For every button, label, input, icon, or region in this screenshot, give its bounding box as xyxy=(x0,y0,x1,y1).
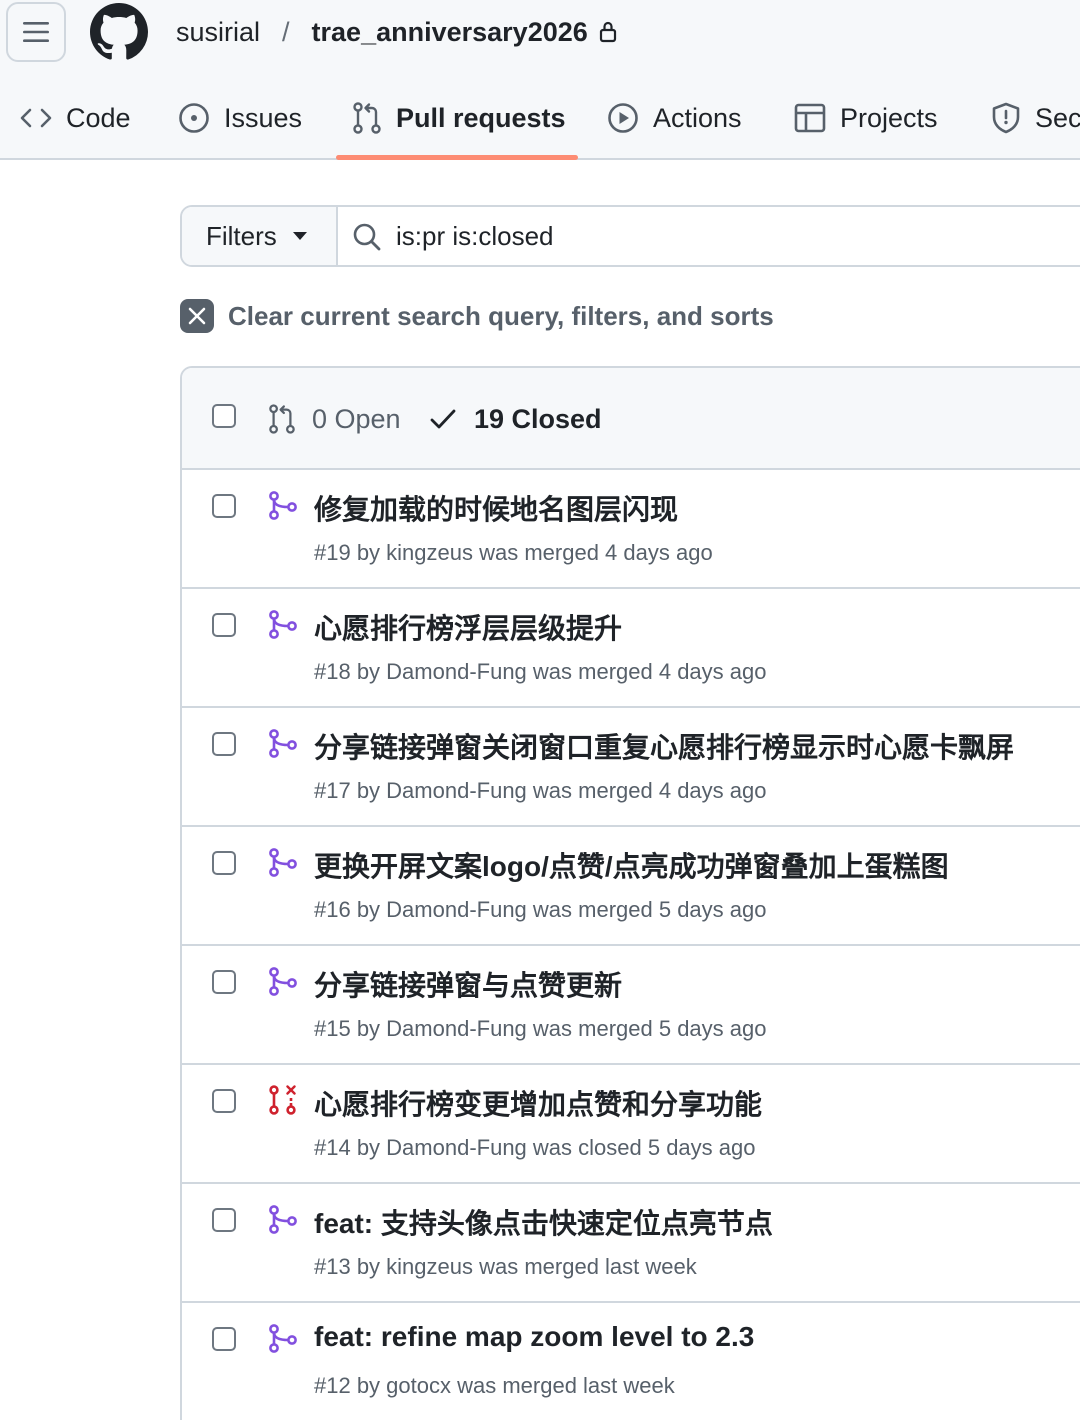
breadcrumb: susirial / trae_anniversary2026 xyxy=(176,12,618,52)
git-merge-icon xyxy=(269,491,297,520)
pull-request-meta: #18 by Damond-Fung was merged 4 days ago xyxy=(314,659,767,684)
git-pull-request-icon xyxy=(269,404,295,434)
pull-request-title[interactable]: 心愿排行榜变更增加点赞和分享功能 xyxy=(314,1083,762,1123)
pull-request-title[interactable]: 更换开屏文案logo/点赞/点亮成功弹窗叠加上蛋糕图 xyxy=(314,845,949,885)
git-pull-request-closed-icon xyxy=(269,1085,296,1115)
clear-filters-link[interactable]: Clear current search query, filters, and… xyxy=(180,296,774,336)
tab-pull-requests-label: Pull requests xyxy=(396,102,566,133)
pull-request-meta: #16 by Damond-Fung was merged 5 days ago xyxy=(314,897,767,922)
table-icon xyxy=(794,103,826,133)
pull-request-title[interactable]: feat: refine map zoom level to 2.3 xyxy=(314,1321,754,1353)
pull-request-title[interactable]: 分享链接弹窗与点赞更新 xyxy=(314,964,622,1004)
tab-actions-label: Actions xyxy=(653,102,742,133)
shield-icon xyxy=(992,102,1020,134)
pull-request-title[interactable]: feat: 支持头像点击快速定位点亮节点 xyxy=(314,1202,773,1242)
repo-name-link[interactable]: trae_anniversary2026 xyxy=(312,17,588,48)
pull-request-title[interactable]: 心愿排行榜浮层层级提升 xyxy=(314,607,622,647)
caret-down-icon xyxy=(292,232,307,240)
git-merge-icon xyxy=(269,967,297,996)
row-checkbox[interactable] xyxy=(212,1089,236,1113)
tab-projects[interactable]: Projects xyxy=(794,76,938,160)
row-checkbox[interactable] xyxy=(212,732,236,756)
pull-request-row[interactable]: 心愿排行榜浮层层级提升 #18 by Damond-Fung was merge… xyxy=(182,589,1080,708)
tab-issues[interactable]: Issues xyxy=(178,76,302,160)
list-header: 0 Open 19 Closed xyxy=(182,368,1080,470)
pull-request-row[interactable]: feat: 支持头像点击快速定位点亮节点 #13 by kingzeus was… xyxy=(182,1184,1080,1303)
pull-request-row[interactable]: 心愿排行榜变更增加点赞和分享功能 #14 by Damond-Fung was … xyxy=(182,1065,1080,1184)
tab-pull-requests[interactable]: Pull requests xyxy=(352,76,566,160)
search-input[interactable] xyxy=(396,213,1076,259)
pull-request-meta: #14 by Damond-Fung was closed 5 days ago xyxy=(314,1135,756,1160)
filters-dropdown-button[interactable]: Filters xyxy=(182,207,338,265)
closed-count-label: 19 Closed xyxy=(474,403,602,434)
tab-projects-label: Projects xyxy=(840,102,938,133)
closed-filter-link[interactable]: 19 Closed xyxy=(430,402,602,436)
git-merge-icon xyxy=(269,848,297,877)
breadcrumb-separator: / xyxy=(282,16,290,47)
git-pull-request-icon xyxy=(353,102,381,134)
close-icon xyxy=(180,299,214,333)
tab-code-label: Code xyxy=(66,102,131,133)
git-merge-icon xyxy=(269,729,297,758)
lock-icon xyxy=(598,20,618,44)
open-filter-link[interactable]: 0 Open xyxy=(268,402,401,436)
row-checkbox[interactable] xyxy=(212,970,236,994)
row-checkbox[interactable] xyxy=(212,613,236,637)
filters-label: Filters xyxy=(206,220,277,251)
git-merge-icon xyxy=(269,1324,297,1353)
tab-issues-label: Issues xyxy=(224,102,303,133)
row-checkbox[interactable] xyxy=(212,494,236,518)
repo-owner-link[interactable]: susirial xyxy=(176,17,260,48)
open-count-label: 0 Open xyxy=(312,403,401,434)
select-all-checkbox[interactable] xyxy=(212,404,236,428)
code-icon xyxy=(20,108,52,128)
pull-request-meta: #19 by kingzeus was merged 4 days ago xyxy=(314,540,713,565)
active-tab-indicator xyxy=(336,155,578,160)
row-checkbox[interactable] xyxy=(212,1327,236,1351)
clear-filters-label: Clear current search query, filters, and… xyxy=(228,300,774,331)
pull-request-row[interactable]: 分享链接弹窗与点赞更新 #15 by Damond-Fung was merge… xyxy=(182,946,1080,1065)
pull-request-row[interactable]: 更换开屏文案logo/点赞/点亮成功弹窗叠加上蛋糕图 #16 by Damond… xyxy=(182,827,1080,946)
check-icon xyxy=(430,409,456,429)
pull-request-row[interactable]: 修复加载的时候地名图层闪现 #19 by kingzeus was merged… xyxy=(182,470,1080,589)
pull-request-title[interactable]: 修复加载的时候地名图层闪现 xyxy=(314,488,678,528)
github-logo-icon[interactable] xyxy=(90,3,148,61)
repo-nav-tabs: Code Issues Pull requests Actions Projec… xyxy=(0,76,1080,160)
row-checkbox[interactable] xyxy=(212,1208,236,1232)
pull-request-meta: #15 by Damond-Fung was merged 5 days ago xyxy=(314,1016,767,1041)
git-merge-icon xyxy=(269,610,297,639)
tab-security[interactable]: Sec xyxy=(991,76,1080,160)
tab-actions[interactable]: Actions xyxy=(607,76,742,160)
pull-request-meta: #12 by gotocx was merged last week xyxy=(314,1373,675,1398)
pull-request-meta: #13 by kingzeus was merged last week xyxy=(314,1254,697,1279)
tab-code[interactable]: Code xyxy=(20,76,131,160)
play-icon xyxy=(608,103,638,133)
pull-request-title[interactable]: 分享链接弹窗关闭窗口重复心愿排行榜显示时心愿卡飘屏 xyxy=(314,726,1014,766)
pull-request-list: 0 Open 19 Closed 修复加载的时候地名图层闪现 #19 by ki… xyxy=(180,366,1080,1420)
row-checkbox[interactable] xyxy=(212,851,236,875)
pull-request-meta: #17 by Damond-Fung was merged 4 days ago xyxy=(314,778,767,803)
menu-button[interactable] xyxy=(6,2,66,62)
issue-opened-icon xyxy=(179,103,209,133)
filter-bar: Filters xyxy=(180,205,1080,267)
search-icon xyxy=(353,223,381,251)
app-header: susirial / trae_anniversary2026 Code Iss… xyxy=(0,0,1080,160)
pull-request-row[interactable]: 分享链接弹窗关闭窗口重复心愿排行榜显示时心愿卡飘屏 #17 by Damond-… xyxy=(182,708,1080,827)
tab-security-label: Sec xyxy=(1035,102,1080,133)
git-merge-icon xyxy=(269,1205,297,1234)
pull-request-row[interactable]: feat: refine map zoom level to 2.3 #12 b… xyxy=(182,1303,1080,1420)
hamburger-icon xyxy=(23,22,49,42)
